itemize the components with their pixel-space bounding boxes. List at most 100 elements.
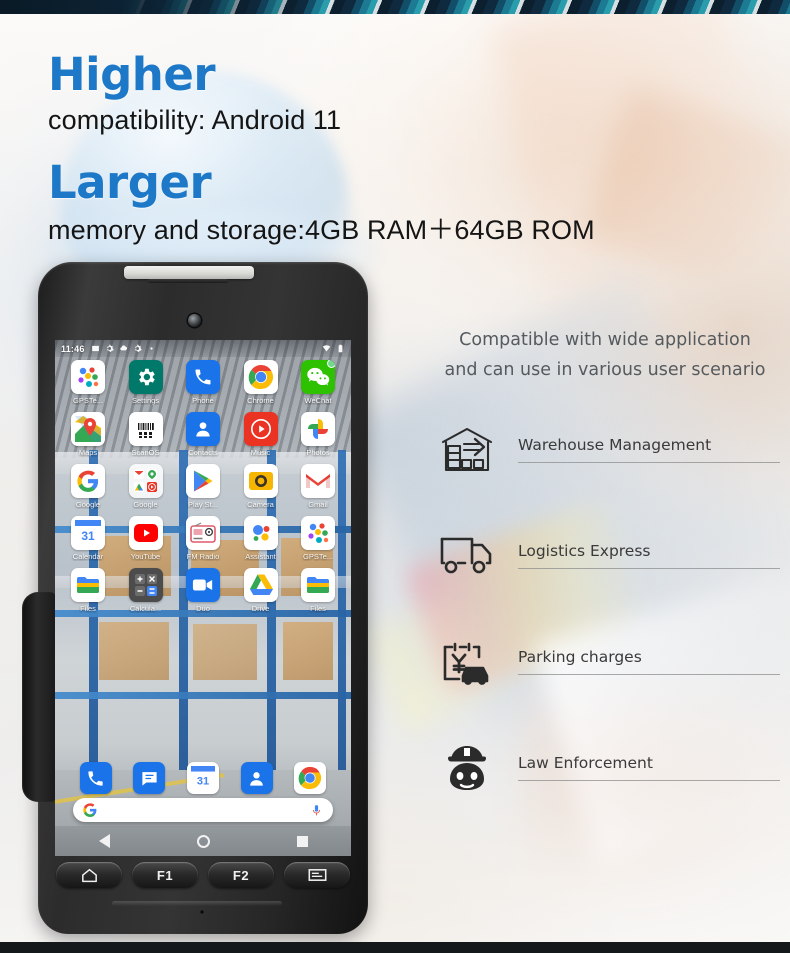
feature-panel: Compatible with wide application and can…: [430, 325, 780, 837]
police-officer-icon: [430, 742, 504, 792]
headline-keyword-larger: Larger: [48, 156, 212, 209]
app-icon-calculator[interactable]: Calcula...: [120, 568, 172, 613]
assistant-icon[interactable]: [243, 516, 278, 550]
feature-label-law-enforcement: Law Enforcement: [518, 753, 653, 772]
camera-icon[interactable]: [243, 464, 278, 498]
app-icon-gmail[interactable]: Gmail: [292, 464, 344, 509]
phone-icon[interactable]: [79, 762, 112, 794]
gmail-icon[interactable]: [301, 464, 335, 498]
device-side-grip: [22, 592, 56, 802]
app-row: Google Google Play St... Camera Gmail: [62, 464, 344, 509]
app-icon-files-2[interactable]: Files: [292, 568, 344, 613]
app-icon-gpstest-2[interactable]: GPSTe...: [292, 516, 344, 561]
app-label: Google: [133, 500, 158, 509]
app-label: YouTube: [130, 552, 161, 561]
chrome-icon[interactable]: [243, 360, 278, 394]
youtube-icon[interactable]: [128, 516, 163, 550]
app-label: GPSTe...: [302, 552, 333, 561]
headline-keyword-higher: Higher: [48, 48, 216, 101]
app-icon-drive[interactable]: Drive: [235, 568, 287, 613]
hardware-key-f2[interactable]: F2: [208, 862, 274, 888]
google-icon[interactable]: [71, 464, 105, 498]
app-label: GPSTe...: [72, 396, 103, 405]
feature-underline: [518, 461, 780, 463]
app-icon-scanos[interactable]: ScanOS: [120, 412, 172, 457]
app-icon-fm-radio[interactable]: FM Radio: [177, 516, 229, 561]
status-bar-system-icons: [322, 344, 345, 353]
hardware-key-f1[interactable]: F1: [132, 862, 198, 888]
calculator-icon[interactable]: [128, 568, 163, 602]
feature-label-warehouse-management: Warehouse Management: [518, 435, 712, 454]
youtube-music-icon[interactable]: [243, 412, 278, 446]
app-icon-gpstest[interactable]: GPSTe...: [62, 360, 114, 405]
contacts-icon[interactable]: [240, 762, 273, 794]
duo-icon[interactable]: [186, 568, 220, 602]
wallpaper-box: [99, 622, 169, 680]
files-icon[interactable]: [71, 568, 105, 602]
files-icon[interactable]: [301, 568, 335, 602]
app-label: Calcula...: [129, 604, 162, 613]
app-icon-music[interactable]: Music: [235, 412, 287, 457]
app-icon-photos[interactable]: Photos: [292, 412, 344, 457]
calendar-icon[interactable]: 31: [186, 762, 219, 794]
app-label: ScanOS: [131, 448, 160, 457]
photos-icon[interactable]: [301, 412, 335, 446]
messages-icon[interactable]: [133, 762, 166, 794]
app-icon-settings[interactable]: Settings: [120, 360, 172, 405]
settings-gear-icon[interactable]: [128, 360, 163, 394]
recents-icon[interactable]: [296, 835, 308, 847]
app-label: Music: [250, 448, 271, 457]
app-icon-wechat[interactable]: WeChat: [292, 360, 344, 405]
app-icon-phone[interactable]: Phone: [177, 360, 229, 405]
notification-badge: [327, 360, 335, 368]
app-row: Files Calcula... Duo Drive Files: [62, 568, 344, 613]
app-folder-google[interactable]: Google: [120, 464, 172, 509]
play-store-icon[interactable]: [186, 464, 220, 498]
app-icon-duo[interactable]: Duo: [177, 568, 229, 613]
microphone-icon[interactable]: [310, 804, 323, 817]
drive-icon[interactable]: [243, 568, 278, 602]
app-label: Camera: [247, 500, 274, 509]
wallpaper-box: [283, 622, 333, 680]
calendar-icon[interactable]: 31: [71, 516, 105, 550]
gpstest-icon[interactable]: [301, 516, 335, 550]
app-icon-play-store[interactable]: Play St...: [177, 464, 229, 509]
google-g-icon: [83, 803, 97, 817]
app-icon-google[interactable]: Google: [62, 464, 114, 509]
app-icon-camera[interactable]: Camera: [235, 464, 287, 509]
device-screen[interactable]: 11:46 GPSTe... Settings Phone Chrome WeC…: [55, 340, 351, 856]
app-label: Drive: [251, 604, 270, 613]
fm-radio-icon[interactable]: [186, 516, 220, 550]
battery-icon: [338, 344, 343, 353]
google-search-bar[interactable]: [73, 798, 333, 822]
app-icon-calendar[interactable]: 31 Calendar: [62, 516, 114, 561]
home-icon[interactable]: [196, 834, 210, 848]
feature-label-parking-charges: Parking charges: [518, 647, 642, 666]
gpstest-icon[interactable]: [71, 360, 105, 394]
maps-icon[interactable]: [71, 412, 105, 446]
warehouse-icon: [430, 424, 504, 474]
wallpaper-beam: [55, 692, 351, 699]
scanos-icon[interactable]: [128, 412, 163, 446]
feature-label-logistics-express: Logistics Express: [518, 541, 651, 560]
contacts-icon[interactable]: [186, 412, 220, 446]
wechat-icon[interactable]: [301, 360, 335, 394]
app-icon-files[interactable]: Files: [62, 568, 114, 613]
app-label: Photos: [306, 448, 330, 457]
hardware-key-menu[interactable]: [284, 862, 350, 888]
hardware-key-home[interactable]: [56, 862, 122, 888]
app-label: Google: [75, 500, 101, 509]
app-icon-chrome[interactable]: Chrome: [235, 360, 287, 405]
google-folder-icon[interactable]: [128, 464, 163, 498]
svg-text:31: 31: [81, 529, 95, 543]
app-icon-assistant[interactable]: Assistant: [235, 516, 287, 561]
app-icon-contacts[interactable]: Contacts: [177, 412, 229, 457]
app-icon-youtube[interactable]: YouTube: [120, 516, 172, 561]
back-icon[interactable]: [98, 834, 110, 848]
app-label: Gmail: [308, 500, 328, 509]
app-label: FM Radio: [186, 552, 220, 561]
chrome-icon[interactable]: [294, 762, 327, 794]
app-label: Contacts: [188, 448, 218, 457]
app-icon-maps[interactable]: Maps: [62, 412, 114, 457]
phone-icon[interactable]: [186, 360, 220, 394]
